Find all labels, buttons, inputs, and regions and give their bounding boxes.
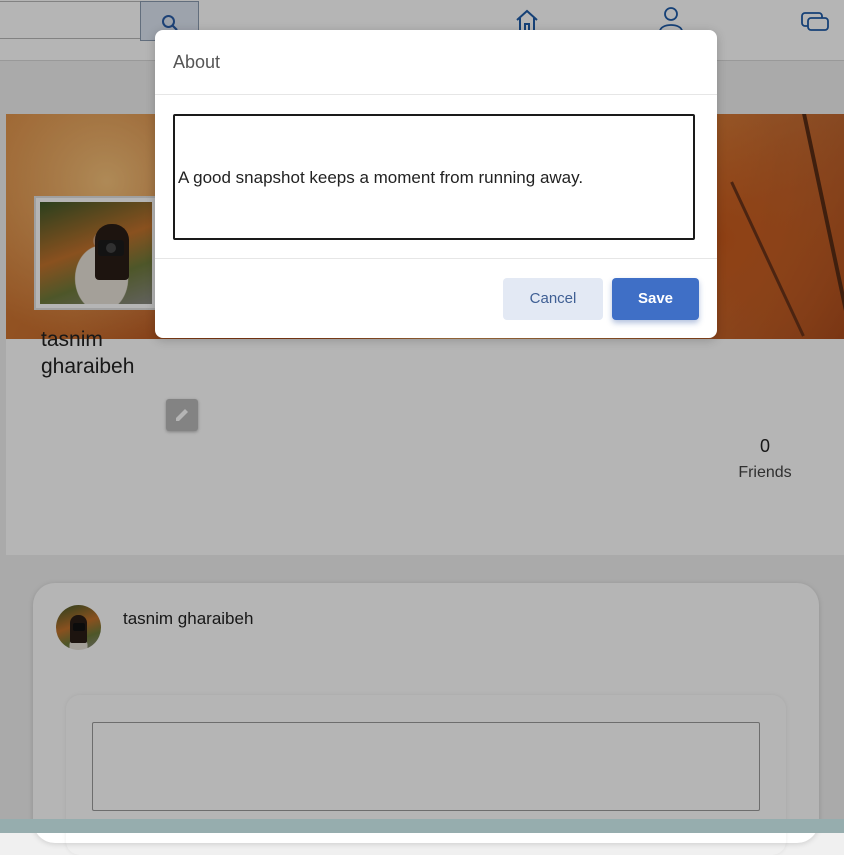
about-text: A good snapshot keeps a moment from runn…	[178, 168, 584, 187]
about-modal: About A good snapshot keeps a moment fro…	[155, 30, 717, 338]
about-textarea[interactable]: A good snapshot keeps a moment from runn…	[173, 114, 695, 240]
divider	[155, 94, 717, 95]
modal-title: About	[173, 52, 221, 72]
divider	[155, 258, 717, 259]
cancel-button[interactable]: Cancel	[503, 278, 603, 320]
save-button[interactable]: Save	[612, 278, 699, 320]
